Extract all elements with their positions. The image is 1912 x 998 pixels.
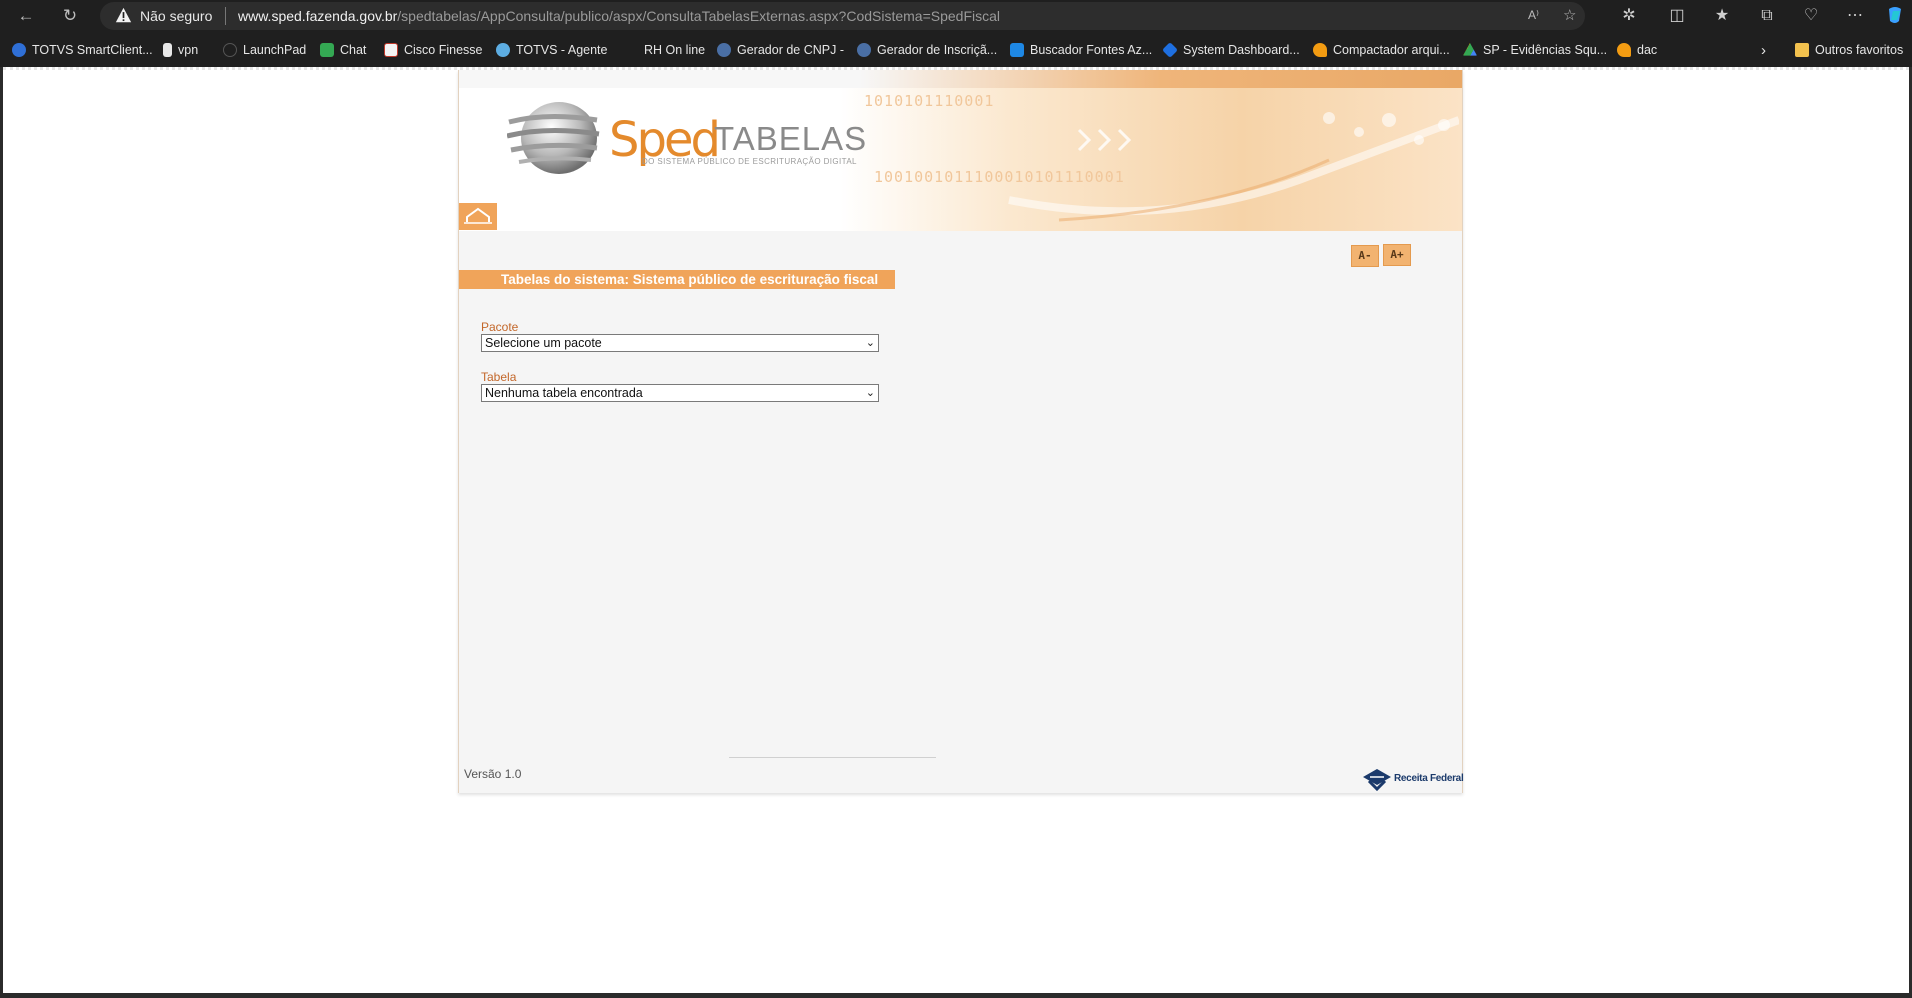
logo-subtitle: DO SISTEMA PÚBLICO DE ESCRITURAÇÃO DIGIT… — [642, 157, 857, 166]
tabela-select[interactable]: Nenhuma tabela encontrada ⌄ — [481, 384, 879, 402]
back-icon[interactable]: ← — [14, 4, 38, 28]
url-host: www.sped.fazenda.gov.br — [238, 8, 398, 24]
copilot-icon[interactable] — [1884, 5, 1906, 27]
pacote-label: Pacote — [481, 320, 519, 334]
bookmark-item[interactable]: RH On line — [624, 40, 705, 60]
browser-essentials-icon[interactable]: ♡ — [1800, 5, 1822, 27]
bookmark-item[interactable]: Gerador de CNPJ - — [717, 40, 844, 60]
bookmark-label: Cisco Finesse — [404, 43, 483, 57]
tabela-selected-value: Nenhuma tabela encontrada — [485, 386, 643, 400]
read-aloud-icon[interactable]: A⁾ — [1528, 8, 1539, 22]
bookmark-item[interactable]: Cisco Finesse — [384, 40, 483, 60]
vpn-icon — [163, 43, 172, 57]
browser-titlebar: ← ↻ Não seguro www.sped.fazenda.gov.br/s… — [0, 0, 1912, 32]
bookmark-label: vpn — [178, 43, 199, 57]
home-button[interactable] — [459, 203, 497, 230]
totvs-agente-icon — [496, 43, 510, 57]
bookmarks-bar: TOTVS SmartClient... vpn LaunchPad Chat … — [0, 32, 1912, 67]
pacote-selected-value: Selecione um pacote — [485, 336, 602, 350]
bookmark-item[interactable]: System Dashboard... — [1162, 40, 1300, 60]
gerador-cnpj-icon — [717, 43, 731, 57]
footer-divider — [729, 757, 936, 758]
bookmark-label: SP - Evidências Squ... — [1483, 43, 1608, 57]
banner-decoration — [1008, 112, 1459, 222]
bookmark-item[interactable]: dac — [1617, 40, 1657, 60]
header-banner: 1010101110001 1001001011100010101110001 — [459, 70, 1462, 231]
buscador-fontes-icon — [1010, 43, 1024, 57]
totvs-smartclient-icon — [12, 43, 26, 57]
system-dashboard-icon — [1162, 42, 1178, 58]
bookmark-label: Gerador de CNPJ - — [737, 43, 844, 57]
url-text[interactable]: www.sped.fazenda.gov.br/spedtabelas/AppC… — [238, 8, 1000, 24]
launchpad-icon — [223, 43, 237, 57]
bookmark-item[interactable]: Chat — [320, 40, 366, 60]
favorite-star-icon[interactable]: ☆ — [1563, 6, 1576, 24]
receita-federal-emblem-icon — [1363, 769, 1391, 791]
address-bar[interactable]: Não seguro www.sped.fazenda.gov.br/spedt… — [100, 2, 1585, 30]
bookmark-label: System Dashboard... — [1183, 43, 1300, 57]
pacote-select[interactable]: Selecione um pacote ⌄ — [481, 334, 879, 352]
chevron-down-icon: ⌄ — [865, 387, 875, 399]
sped-globe-logo-icon — [507, 102, 600, 174]
bookmark-item[interactable]: LaunchPad — [223, 40, 306, 60]
receita-federal-text: Receita Federal — [1394, 773, 1464, 784]
page-title: Tabelas do sistema: Sistema público de e… — [459, 270, 895, 289]
bookmark-label: RH On line — [644, 43, 706, 57]
other-favorites[interactable]: Outros favoritos — [1795, 40, 1903, 60]
logo-tabelas-text: TABELAS — [714, 120, 868, 157]
bookmark-item[interactable]: TOTVS - Agente — [496, 40, 607, 60]
bookmark-item[interactable]: Compactador arqui... — [1313, 40, 1450, 60]
tabela-label: Tabela — [481, 370, 517, 384]
version-text: Versão 1.0 — [464, 767, 522, 781]
chevron-down-icon: ⌄ — [865, 337, 875, 349]
more-menu-icon[interactable]: ⋯ — [1844, 5, 1866, 27]
compactador-icon — [1313, 43, 1327, 57]
bookmark-label: TOTVS SmartClient... — [32, 43, 153, 57]
bookmark-label: Chat — [340, 43, 367, 57]
url-path: /spedtabelas/AppConsulta/publico/aspx/Co… — [397, 8, 1001, 24]
extensions-icon[interactable]: ✲ — [1618, 5, 1640, 27]
collections-icon[interactable]: ⧉ — [1756, 5, 1778, 27]
home-icon — [464, 207, 492, 224]
font-decrease-button[interactable]: A- — [1351, 245, 1379, 267]
bookmark-label: LaunchPad — [243, 43, 307, 57]
bookmark-item[interactable]: Buscador Fontes Az... — [1010, 40, 1152, 60]
chat-icon — [320, 43, 334, 57]
bookmark-label: Compactador arqui... — [1333, 43, 1450, 57]
other-favorites-label: Outros favoritos — [1815, 43, 1904, 57]
bookmark-item[interactable]: vpn — [163, 40, 198, 60]
receita-federal-logo: Receita Federal — [1361, 767, 1464, 791]
favorites-icon[interactable]: ★ — [1711, 5, 1733, 27]
font-increase-button[interactable]: A+ — [1383, 244, 1411, 266]
chevron-right-icon[interactable]: › — [1761, 40, 1766, 60]
warning-icon — [115, 7, 132, 23]
bookmark-item[interactable]: SP - Evidências Squ... — [1463, 40, 1607, 60]
folder-icon — [1795, 43, 1809, 57]
reload-icon[interactable]: ↻ — [58, 4, 82, 28]
dac-icon — [1617, 43, 1631, 57]
sped-site-container: 1010101110001 1001001011100010101110001 — [458, 70, 1464, 793]
gerador-inscricao-icon — [857, 43, 871, 57]
bookmark-label: Buscador Fontes Az... — [1030, 43, 1153, 57]
bookmark-label: Gerador de Inscriçã... — [877, 43, 998, 57]
page-viewport: 1010101110001 1001001011100010101110001 — [3, 67, 1909, 996]
banner-stripe — [459, 70, 1462, 88]
bookmark-item[interactable]: TOTVS SmartClient... — [12, 40, 153, 60]
address-separator — [225, 7, 226, 25]
rh-online-icon — [624, 43, 638, 57]
bookmark-item[interactable]: Gerador de Inscriçã... — [857, 40, 997, 60]
bookmark-label: dac — [1637, 43, 1658, 57]
security-status[interactable]: Não seguro — [140, 8, 212, 24]
cisco-icon — [384, 43, 398, 57]
google-drive-icon — [1463, 43, 1477, 56]
bookmark-label: TOTVS - Agente — [516, 43, 608, 57]
banner-binary-1: 1010101110001 — [864, 92, 995, 110]
split-screen-icon[interactable]: ◫ — [1666, 5, 1688, 27]
window-bottom-edge — [0, 993, 1912, 998]
